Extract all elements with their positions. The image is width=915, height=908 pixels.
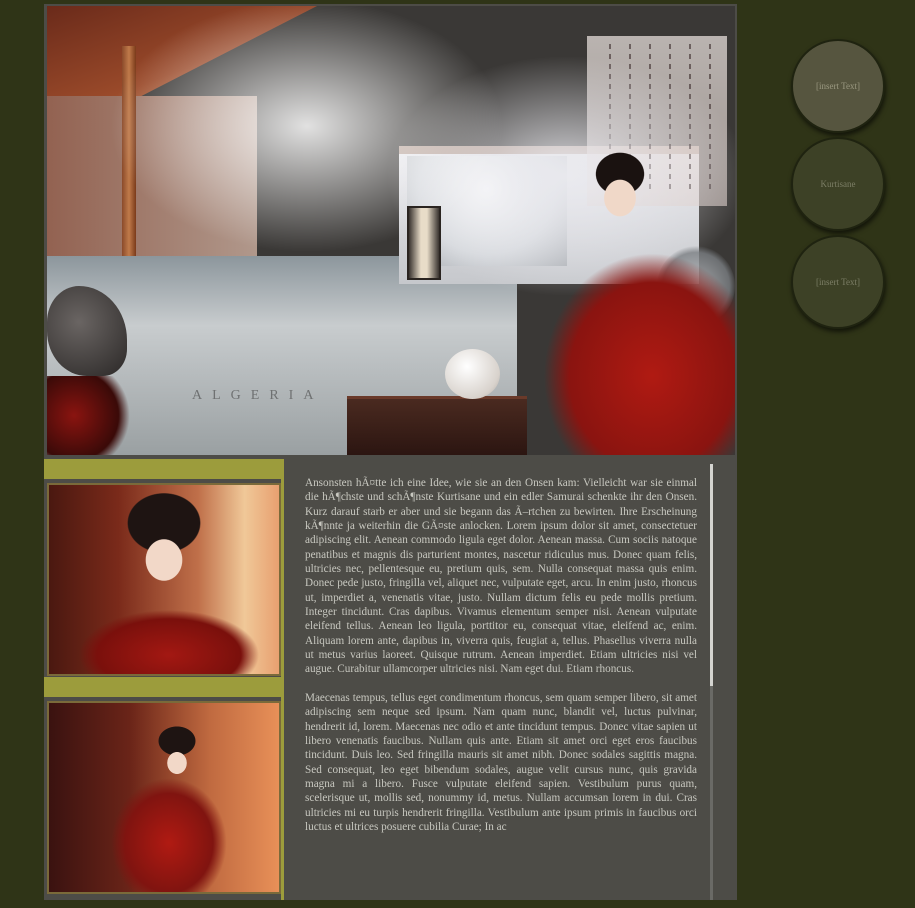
accent-divider <box>281 459 284 900</box>
map-overlay-text: ALGERIA <box>192 388 324 403</box>
accent-bar-top <box>44 459 283 479</box>
nav-circle-2-label: Kurtisane <box>820 179 856 189</box>
accent-bar-middle <box>44 677 283 697</box>
stone-lantern <box>407 206 441 280</box>
nav-circle-3-label: [insert Text] <box>816 277 860 287</box>
nav-circle-kurtisane[interactable]: Kurtisane <box>791 137 885 231</box>
text-content: Ansonsten hÃ¤tte ich eine Idee, wie sie … <box>305 476 697 900</box>
paragraph: Maecenas tempus, tellus eget condimentum… <box>305 691 697 833</box>
nav-circle-1-label: [insert Text] <box>816 81 860 91</box>
nav-circle-1[interactable]: [insert Text] <box>791 39 885 133</box>
scrollbar-thumb[interactable] <box>710 464 713 686</box>
header-banner-image: ALGERIA <box>47 6 735 455</box>
paragraph: Ansonsten hÃ¤tte ich eine Idee, wie sie … <box>305 477 697 676</box>
portrait-image-1 <box>47 483 281 676</box>
teapot <box>445 349 500 399</box>
portrait-image-2 <box>47 701 281 894</box>
maple-leaves <box>47 376 137 455</box>
wooden-chest <box>347 396 527 455</box>
courtesan-figure <box>502 146 735 455</box>
nav-circle-3[interactable]: [insert Text] <box>791 235 885 329</box>
